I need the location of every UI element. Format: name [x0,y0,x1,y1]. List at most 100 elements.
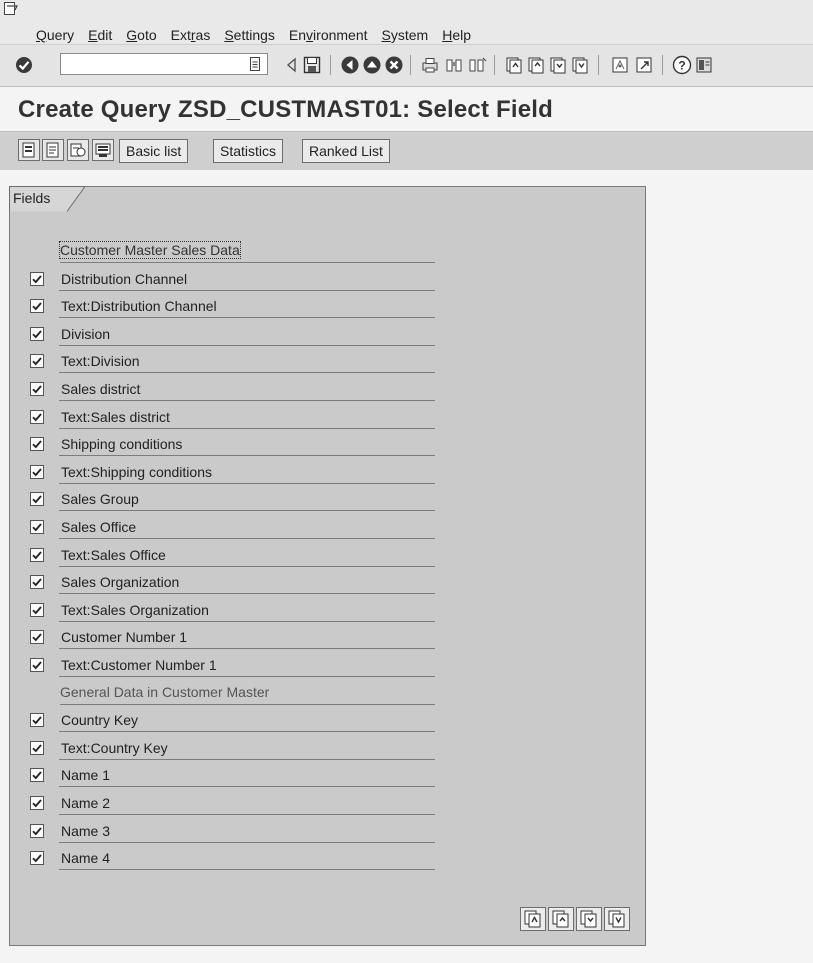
field-row: Name 1 [10,763,650,790]
command-field[interactable] [60,53,268,75]
field-checkbox[interactable] [30,658,44,672]
shortcut-icon[interactable] [634,55,654,75]
field-label[interactable]: Text:Country Key [59,736,435,760]
field-checkbox[interactable] [30,548,44,562]
basic-list-button[interactable]: Basic list [119,139,189,163]
back-arrow-icon[interactable] [282,55,302,75]
fields-tab[interactable]: Fields [9,186,85,212]
help-icon[interactable]: ? [672,55,692,75]
statistics-button[interactable]: Statistics [213,139,284,163]
print-icon[interactable] [420,55,440,75]
system-menu-icon[interactable] [4,2,18,16]
menu-goto[interactable]: Goto [126,27,156,43]
field-checkbox[interactable] [30,603,44,617]
previous-page-button[interactable] [548,907,574,931]
field-label[interactable]: Text:Shipping conditions [59,460,435,484]
fields-tab-label: Fields [13,190,51,206]
field-checkbox[interactable] [30,824,44,838]
field-row: Division [10,322,650,349]
field-label[interactable]: Shipping conditions [59,432,435,456]
field-checkbox[interactable] [30,768,44,782]
field-label[interactable]: Text:Division [59,349,435,373]
ranked-list-button[interactable]: Ranked List [302,139,390,163]
field-checkbox[interactable] [30,741,44,755]
field-label[interactable]: Distribution Channel [59,267,435,291]
field-row: Text:Sales Office [10,543,650,570]
menu-extras[interactable]: Extras [171,27,211,43]
field-checkbox[interactable] [30,272,44,286]
toolbar-separator [662,55,663,75]
first-page-button[interactable] [520,907,546,931]
menu-environment[interactable]: Environment [289,27,368,43]
menu-bar: Query Edit Goto Extras Settings Environm… [0,0,813,45]
content-area: Fields Customer Master Sales Data Distrib… [0,170,813,963]
command-input[interactable] [61,54,249,74]
field-checkbox[interactable] [30,327,44,341]
field-label[interactable]: Text:Sales Organization [59,598,435,622]
field-checkbox[interactable] [30,354,44,368]
field-label[interactable]: Text:Distribution Channel [59,294,435,318]
last-page-button[interactable] [604,907,630,931]
layout-menu-icon[interactable] [694,55,714,75]
refresh-icon[interactable] [67,139,89,161]
field-checkbox[interactable] [30,713,44,727]
menu-system[interactable]: System [382,27,429,43]
create-session-icon[interactable] [610,55,630,75]
field-checkbox[interactable] [30,851,44,865]
first-page-icon[interactable] [504,55,524,75]
field-checkbox[interactable] [30,630,44,644]
field-checkbox[interactable] [30,299,44,313]
field-checkbox[interactable] [30,437,44,451]
field-row: Shipping conditions [10,432,650,459]
field-label[interactable]: Name 1 [59,763,435,787]
field-row: Sales Office [10,515,650,542]
field-checkbox[interactable] [30,492,44,506]
command-history-icon[interactable] [249,56,261,72]
field-catalog-icon[interactable] [18,139,40,161]
back-icon[interactable] [340,55,360,75]
previous-page-icon[interactable] [526,55,546,75]
find-next-icon[interactable] [468,55,488,75]
field-label[interactable]: Name 2 [59,791,435,815]
field-label[interactable]: Name 4 [59,846,435,870]
save-icon[interactable] [302,55,322,75]
application-toolbar: Basic list Statistics Ranked List [0,131,813,171]
field-row: Sales district [10,377,650,404]
next-page-icon[interactable] [548,55,568,75]
field-checkbox[interactable] [30,520,44,534]
field-checkbox[interactable] [30,410,44,424]
field-label[interactable]: Sales Group [59,487,435,511]
cancel-icon[interactable] [384,55,404,75]
field-label[interactable]: Text:Customer Number 1 [59,653,435,677]
field-checkbox[interactable] [30,575,44,589]
svg-text:?: ? [678,59,685,73]
field-row: Name 2 [10,791,650,818]
output-preview-icon[interactable] [92,139,114,161]
field-row: Text:Shipping conditions [10,460,650,487]
field-label[interactable]: Sales Organization [59,570,435,594]
menu-query[interactable]: Query [36,27,74,43]
field-label[interactable]: Text:Sales district [59,405,435,429]
menu-edit[interactable]: Edit [88,27,112,43]
field-groups-icon[interactable] [42,139,64,161]
field-row: Customer Number 1 [10,625,650,652]
field-label[interactable]: Country Key [59,708,435,732]
field-checkbox[interactable] [30,796,44,810]
enter-icon[interactable] [14,55,34,75]
page-title: Create Query ZSD_CUSTMAST01: Select Fiel… [18,96,554,123]
field-checkbox[interactable] [30,465,44,479]
next-page-button[interactable] [576,907,602,931]
field-label[interactable]: Sales Office [59,515,435,539]
field-checkbox[interactable] [30,382,44,396]
field-label[interactable]: Text:Sales Office [59,543,435,567]
field-row: Country Key [10,708,650,735]
find-icon[interactable] [444,55,464,75]
field-label[interactable]: Sales district [59,377,435,401]
menu-settings[interactable]: Settings [224,27,275,43]
field-label[interactable]: Division [59,322,435,346]
field-label[interactable]: Customer Number 1 [59,625,435,649]
menu-help[interactable]: Help [442,27,471,43]
exit-icon[interactable] [362,55,382,75]
last-page-icon[interactable] [570,55,590,75]
field-label[interactable]: Name 3 [59,819,435,843]
